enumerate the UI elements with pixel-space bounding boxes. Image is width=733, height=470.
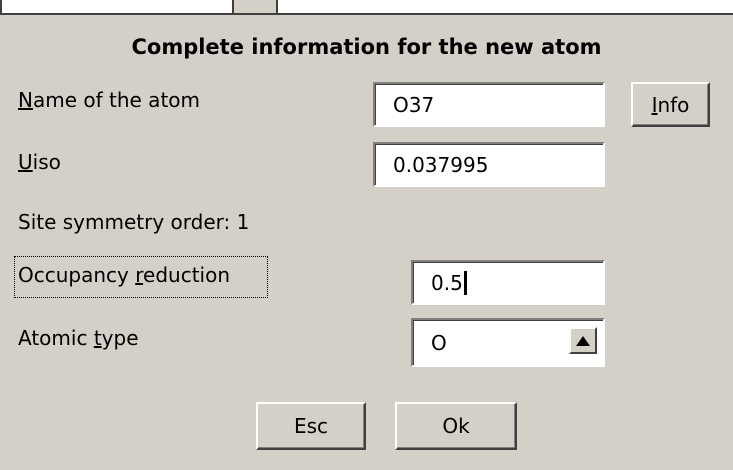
dialog-title: Complete information for the new atom [131, 35, 602, 59]
name-label: Name of the atom [18, 88, 200, 112]
column-separator [276, 0, 278, 13]
site-symmetry-text: Site symmetry order: 1 [18, 210, 250, 234]
uiso-label: Uiso [18, 150, 61, 174]
dropdown-button[interactable] [569, 327, 597, 354]
atomic-type-label: Atomic type [18, 326, 139, 350]
atomic-type-select[interactable]: O [411, 318, 605, 367]
esc-button[interactable]: Esc [256, 402, 366, 450]
uiso-input[interactable]: 0.037995 [373, 142, 605, 187]
triangle-up-icon [576, 335, 590, 346]
name-input[interactable]: O37 [373, 82, 605, 127]
occupancy-label: Occupancy reduction [18, 263, 231, 287]
ok-button[interactable]: Ok [395, 402, 517, 450]
background-window-strip [0, 0, 733, 15]
occupancy-input[interactable]: 0.5 [411, 260, 605, 305]
info-button[interactable]: Info [631, 82, 710, 127]
column-cell [234, 0, 276, 13]
column-separator [0, 0, 2, 13]
text-cursor [463, 270, 467, 295]
